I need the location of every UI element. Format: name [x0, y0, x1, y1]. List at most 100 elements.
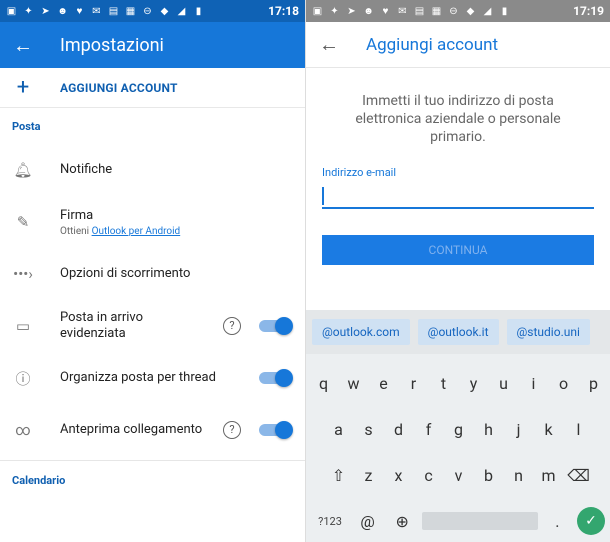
status-bar-right: ▣ ✦ ➤ ☻ ♥ ✉ ▤ ▦ ⊖ ◆ ◢ ▮ 17:19: [306, 0, 610, 22]
key-y[interactable]: y: [459, 374, 489, 393]
domain-chip[interactable]: @studio.uni: [506, 319, 590, 345]
key-k[interactable]: k: [534, 420, 564, 439]
key-f[interactable]: f: [414, 420, 444, 439]
mail-icon: ✉: [398, 5, 407, 17]
back-arrow-icon[interactable]: ←: [306, 32, 352, 57]
keyboard-row-bottom: ?123 @ ⊕ . ✓: [306, 498, 610, 542]
signal-icon: ◢: [483, 5, 492, 17]
key-m[interactable]: m: [534, 466, 564, 485]
key-a[interactable]: a: [324, 420, 354, 439]
setting-label: Notifiche: [60, 162, 113, 177]
email-field-label: Indirizzo e-mail: [322, 166, 397, 179]
on-screen-keyboard: q w e r t y u i o p a s d f g h j k l ⇧ …: [306, 354, 610, 542]
key-e[interactable]: e: [369, 374, 399, 393]
wifi-icon: ◆: [160, 5, 169, 17]
message-icon: ▣: [6, 5, 17, 17]
toggle-knob: [275, 369, 293, 387]
add-account-row[interactable]: + AGGIUNGI ACCOUNT: [0, 68, 305, 108]
info-icon: ⓘ: [15, 369, 31, 388]
space-bar[interactable]: [421, 512, 538, 530]
bird-icon: ♥: [76, 5, 83, 17]
setting-label: Opzioni di scorrimento: [60, 266, 191, 281]
key-t[interactable]: t: [429, 374, 459, 393]
threads-toggle[interactable]: [259, 369, 293, 387]
add-account-label: AGGIUNGI ACCOUNT: [60, 80, 178, 95]
email-field[interactable]: [322, 183, 594, 209]
help-icon[interactable]: ?: [223, 421, 241, 439]
key-w[interactable]: w: [339, 374, 369, 393]
status-time-right: 17:19: [573, 4, 604, 18]
globe-icon[interactable]: ⊕: [387, 512, 417, 531]
setting-threads[interactable]: ⓘ Organizza posta per thread: [0, 352, 305, 404]
add-account-app-bar: ← Aggiungi account: [306, 22, 610, 68]
backspace-icon[interactable]: ⌫: [564, 466, 594, 485]
key-v[interactable]: v: [444, 466, 474, 485]
signature-sub-prefix: Ottieni: [60, 225, 92, 237]
key-s[interactable]: s: [354, 420, 384, 439]
setting-label: Posta in arrivo evidenziata: [60, 310, 144, 341]
setting-signature[interactable]: ✎ Firma Ottieni Outlook per Android: [0, 196, 305, 248]
battery-icon: ▮: [195, 5, 202, 17]
domain-suggestions: @outlook.com @outlook.it @studio.uni: [306, 310, 610, 354]
domain-chip[interactable]: @outlook.com: [312, 319, 410, 345]
wifi-icon: ◆: [466, 5, 475, 17]
keyboard-row-1: q w e r t y u i o p: [306, 360, 610, 406]
gallery-icon: ▦: [125, 5, 136, 17]
screen-root: ▣ ✦ ➤ ☻ ♥ ✉ ▤ ▦ ⊖ ◆ ◢ ▮ 17:18 ← Impostaz…: [0, 0, 610, 542]
key-l[interactable]: l: [564, 420, 594, 439]
key-q[interactable]: q: [309, 374, 339, 393]
setting-label: Firma: [60, 207, 94, 223]
help-icon[interactable]: ?: [223, 317, 241, 335]
signal-icon: ◢: [177, 5, 186, 17]
key-b[interactable]: b: [474, 466, 504, 485]
status-time-left: 17:18: [268, 4, 299, 18]
key-n[interactable]: n: [504, 466, 534, 485]
focused-inbox-toggle[interactable]: [259, 317, 293, 335]
key-o[interactable]: o: [549, 374, 579, 393]
dnd-icon: ⊖: [143, 5, 152, 17]
battery-icon: ▮: [501, 5, 508, 17]
add-account-pane: ▣ ✦ ➤ ☻ ♥ ✉ ▤ ▦ ⊖ ◆ ◢ ▮ 17:19 ← Aggiungi…: [305, 0, 610, 542]
image-icon: ▤: [414, 5, 425, 17]
key-h[interactable]: h: [474, 420, 504, 439]
key-x[interactable]: x: [384, 466, 414, 485]
link-preview-toggle[interactable]: [259, 421, 293, 439]
key-z[interactable]: z: [354, 466, 384, 485]
outlook-android-link[interactable]: Outlook per Android: [92, 226, 181, 237]
key-c[interactable]: c: [414, 466, 444, 485]
key-dot[interactable]: .: [542, 512, 572, 531]
continue-button[interactable]: CONTINUA: [322, 235, 594, 265]
gallery-icon: ▦: [431, 5, 442, 17]
check-icon[interactable]: ✓: [576, 507, 605, 535]
add-account-title: Aggiungi account: [366, 34, 499, 55]
domain-chip[interactable]: @outlook.it: [417, 319, 499, 345]
key-d[interactable]: d: [384, 420, 414, 439]
bird-icon: ♥: [382, 5, 389, 17]
key-g[interactable]: g: [444, 420, 474, 439]
key-p[interactable]: p: [579, 374, 609, 393]
key-j[interactable]: j: [504, 420, 534, 439]
key-u[interactable]: u: [489, 374, 519, 393]
bell-icon: 🔔︎: [13, 161, 33, 179]
numeric-key[interactable]: ?123: [312, 515, 348, 528]
pen-icon: ✎: [16, 213, 30, 231]
mail-icon: ✉: [92, 5, 101, 17]
shift-icon[interactable]: ⇧: [324, 466, 354, 485]
setting-swipe-options[interactable]: •••› Opzioni di scorrimento: [0, 248, 305, 300]
setting-focused-inbox[interactable]: ▭ Posta in arrivo evidenziata ?: [0, 300, 305, 352]
settings-app-bar: ← Impostazioni: [0, 22, 305, 68]
intro-text: Immetti il tuo indirizzo di posta elettr…: [355, 93, 561, 145]
plus-icon: +: [16, 75, 30, 100]
key-r[interactable]: r: [399, 374, 429, 393]
back-arrow-icon[interactable]: ←: [0, 33, 46, 58]
setting-link-preview[interactable]: ∞ Anteprima collegamento ?: [0, 404, 305, 456]
toggle-knob: [275, 317, 293, 335]
keyboard-row-3: ⇧ z x c v b n m ⌫: [306, 452, 610, 498]
status-icons-right: ▣ ✦ ➤ ☻ ♥ ✉ ▤ ▦ ⊖ ◆ ◢ ▮: [312, 6, 569, 17]
setting-notifications[interactable]: 🔔︎ Notifiche: [0, 144, 305, 196]
swipe-dots-icon: •••›: [13, 265, 33, 283]
app-icon: ✦: [24, 5, 33, 17]
status-bar-left: ▣ ✦ ➤ ☻ ♥ ✉ ▤ ▦ ⊖ ◆ ◢ ▮ 17:18: [0, 0, 305, 22]
key-at[interactable]: @: [353, 512, 383, 531]
key-i[interactable]: i: [519, 374, 549, 393]
